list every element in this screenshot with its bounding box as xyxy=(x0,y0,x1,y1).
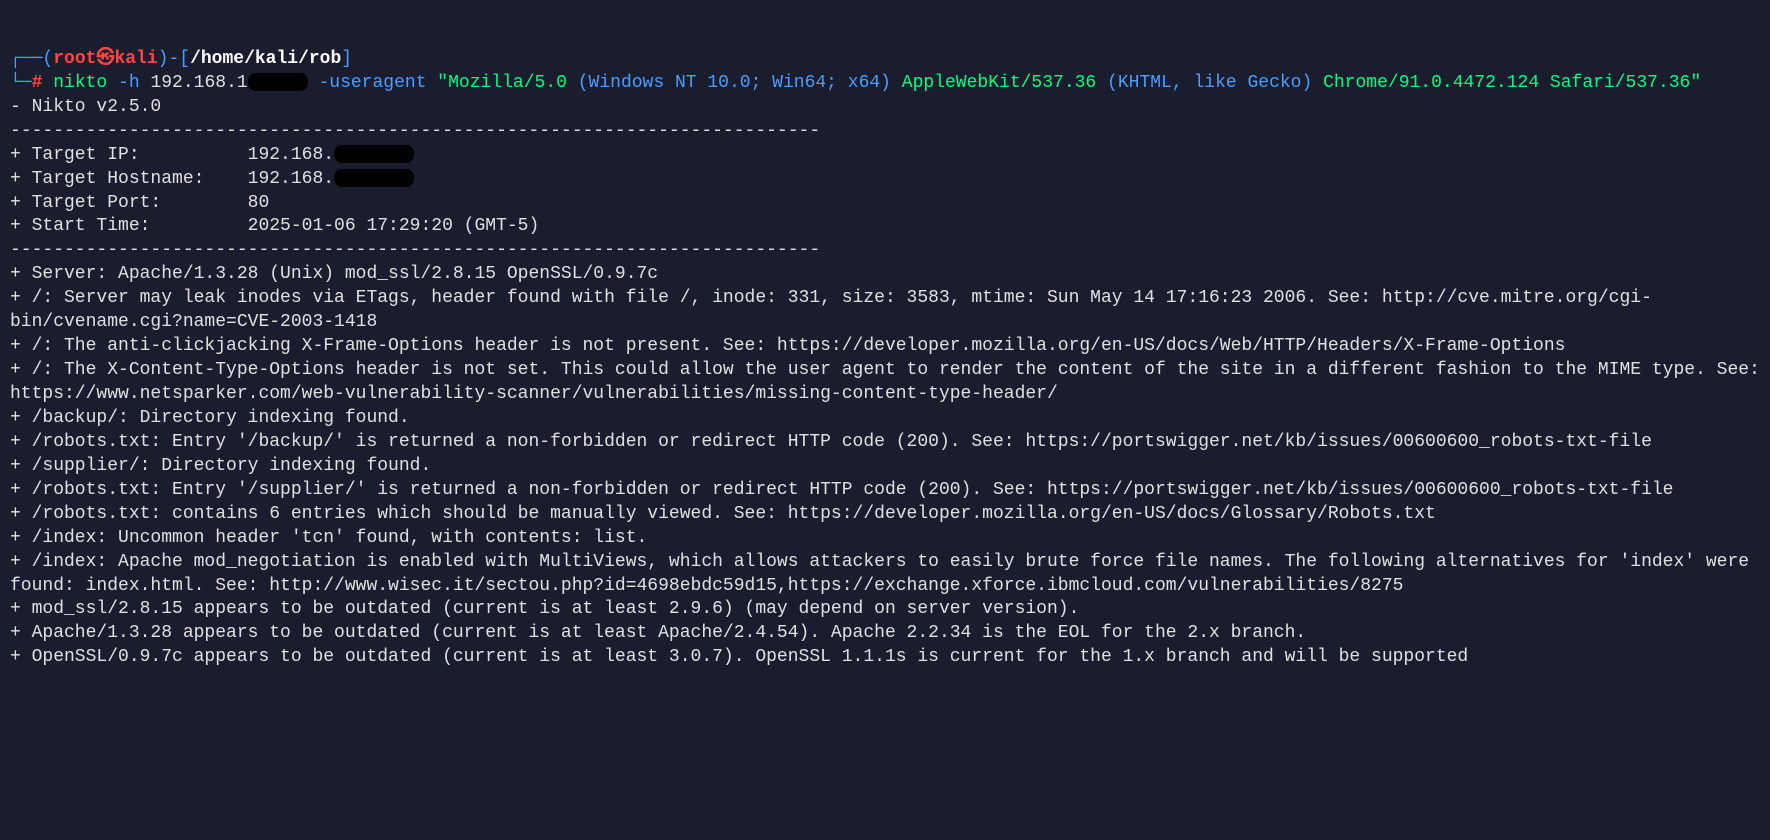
out-supplier: + /supplier/: Directory indexing found. xyxy=(10,456,431,476)
cmd-flag-ua: -useragent xyxy=(308,73,438,93)
out-tip-label: + Target IP: xyxy=(10,145,248,165)
prompt-path: /home/kali/rob xyxy=(190,49,341,69)
prompt-bracket: ] xyxy=(341,49,352,69)
out-thost-label: + Target Hostname: xyxy=(10,169,248,189)
cmd-ua-2: AppleWebKit/537.36 xyxy=(891,73,1107,93)
out-robots-backup: + /robots.txt: Entry '/backup/' is retur… xyxy=(10,432,1652,452)
out-backup: + /backup/: Directory indexing found. xyxy=(10,408,410,428)
cmd-tool: nikto xyxy=(53,73,107,93)
out-robots-entries: + /robots.txt: contains 6 entries which … xyxy=(10,504,1436,524)
cmd-ip: 192.168.1 xyxy=(150,73,247,93)
cmd-ua-3: Chrome/91.0.4472.124 Safari/537.36" xyxy=(1312,73,1701,93)
prompt-user: root xyxy=(53,49,96,69)
cmd-flag-h: -h xyxy=(107,73,150,93)
out-apache: + Apache/1.3.28 appears to be outdated (… xyxy=(10,623,1306,643)
out-xframe: + /: The anti-clickjacking X-Frame-Optio… xyxy=(10,336,1565,356)
prompt-host: kali xyxy=(114,49,157,69)
cmd-ua-p1: (Windows NT 10.0; Win64; x64) xyxy=(578,73,891,93)
prompt-paren: )-[ xyxy=(158,49,190,69)
out-modssl: + mod_ssl/2.8.15 appears to be outdated … xyxy=(10,599,1079,619)
out-index-tcn: + /index: Uncommon header 'tcn' found, w… xyxy=(10,528,647,548)
cmd-ua-1: "Mozilla/5.0 xyxy=(437,73,577,93)
prompt-line2: └─ xyxy=(10,73,32,93)
out-index-neg: + /index: Apache mod_negotiation is enab… xyxy=(10,552,1760,596)
out-div1: ----------------------------------------… xyxy=(10,121,820,141)
out-tip-val: 192.168. xyxy=(248,145,334,165)
out-openssl: + OpenSSL/0.9.7c appears to be outdated … xyxy=(10,647,1468,667)
redacted-ip xyxy=(248,73,308,91)
out-start: + Start Time: 2025-01-06 17:29:20 (GMT-5… xyxy=(10,216,539,236)
prompt-at: ㉿ xyxy=(96,49,114,69)
out-etag: + /: Server may leak inodes via ETags, h… xyxy=(10,288,1652,332)
out-tport: + Target Port: 80 xyxy=(10,193,269,213)
prompt-hash: # xyxy=(32,73,54,93)
out-version: - Nikto v2.5.0 xyxy=(10,97,161,117)
prompt-box-start: ┌──( xyxy=(10,49,53,69)
redacted-thost xyxy=(334,169,414,187)
terminal-output[interactable]: ┌──(root㉿kali)-[/home/kali/rob] └─# nikt… xyxy=(10,48,1760,670)
out-xcontent: + /: The X-Content-Type-Options header i… xyxy=(10,360,1770,404)
out-thost-val: 192.168. xyxy=(248,169,334,189)
out-robots-supplier: + /robots.txt: Entry '/supplier/' is ret… xyxy=(10,480,1673,500)
redacted-tip xyxy=(334,145,414,163)
out-server: + Server: Apache/1.3.28 (Unix) mod_ssl/2… xyxy=(10,264,658,284)
out-div2: ----------------------------------------… xyxy=(10,240,820,260)
cmd-ua-p2: (KHTML, like Gecko) xyxy=(1107,73,1312,93)
